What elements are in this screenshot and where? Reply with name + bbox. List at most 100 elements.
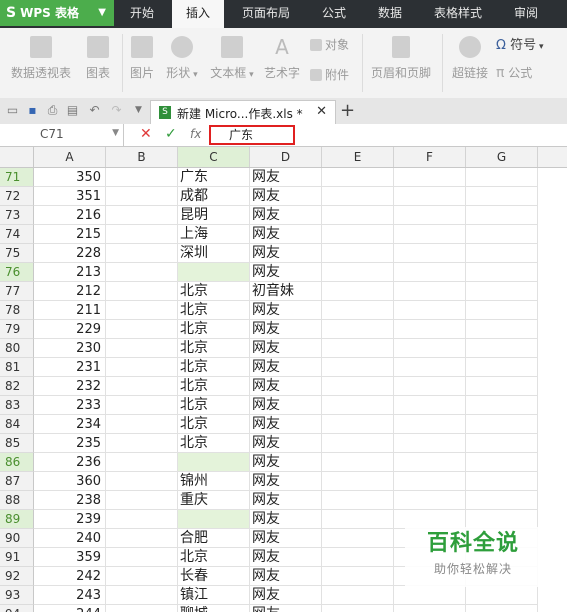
header-footer-button[interactable]: 页眉和页脚 xyxy=(368,36,434,81)
cell-c[interactable]: 北京 xyxy=(178,434,250,453)
cell-e[interactable] xyxy=(322,320,394,339)
menu-tab-start[interactable]: 开始 xyxy=(116,0,168,28)
cell-a[interactable]: 244 xyxy=(34,605,106,612)
cell-e[interactable] xyxy=(322,510,394,529)
column-header-f[interactable]: F xyxy=(394,147,466,167)
row-header[interactable]: 88 xyxy=(0,491,34,510)
cell-a[interactable]: 242 xyxy=(34,567,106,586)
row-header[interactable]: 83 xyxy=(0,396,34,415)
cell-f[interactable] xyxy=(394,168,466,187)
cell-a[interactable]: 234 xyxy=(34,415,106,434)
cell-a[interactable]: 235 xyxy=(34,434,106,453)
attachment-button[interactable]: 附件 xyxy=(310,66,349,83)
column-header-e[interactable]: E xyxy=(322,147,394,167)
chart-button[interactable]: 图表 xyxy=(80,36,116,81)
column-header-a[interactable]: A xyxy=(34,147,106,167)
cell-d[interactable]: 网友 xyxy=(250,301,322,320)
cell-b[interactable] xyxy=(106,358,178,377)
cell-d[interactable]: 网友 xyxy=(250,548,322,567)
select-all-corner[interactable] xyxy=(0,147,34,167)
cell-g[interactable] xyxy=(466,434,538,453)
row-header[interactable]: 92 xyxy=(0,567,34,586)
cell-d[interactable]: 网友 xyxy=(250,529,322,548)
row-header[interactable]: 72 xyxy=(0,187,34,206)
fx-icon[interactable]: fx xyxy=(190,127,201,141)
cell-b[interactable] xyxy=(106,187,178,206)
document-tab[interactable]: S 新建 Micro...作表.xls * ✕ xyxy=(150,100,336,124)
redo-icon[interactable]: ↷ xyxy=(110,104,123,117)
cell-f[interactable] xyxy=(394,282,466,301)
cell-a[interactable]: 213 xyxy=(34,263,106,282)
cell-c[interactable]: 上海 xyxy=(178,225,250,244)
cell-b[interactable] xyxy=(106,510,178,529)
cell-f[interactable] xyxy=(394,225,466,244)
cell-c[interactable] xyxy=(178,510,250,529)
row-header[interactable]: 84 xyxy=(0,415,34,434)
cell-e[interactable] xyxy=(322,187,394,206)
cell-a[interactable]: 212 xyxy=(34,282,106,301)
cell-c[interactable]: 北京 xyxy=(178,358,250,377)
cell-e[interactable] xyxy=(322,453,394,472)
cell-a[interactable]: 211 xyxy=(34,301,106,320)
cell-b[interactable] xyxy=(106,567,178,586)
cell-a[interactable]: 231 xyxy=(34,358,106,377)
new-tab-icon[interactable]: + xyxy=(340,100,355,121)
cell-c[interactable]: 北京 xyxy=(178,415,250,434)
row-header[interactable]: 79 xyxy=(0,320,34,339)
cell-e[interactable] xyxy=(322,567,394,586)
cell-f[interactable] xyxy=(394,339,466,358)
cell-f[interactable] xyxy=(394,415,466,434)
cell-c[interactable]: 聊城 xyxy=(178,605,250,612)
cell-a[interactable]: 229 xyxy=(34,320,106,339)
cell-g[interactable] xyxy=(466,453,538,472)
row-header[interactable]: 89 xyxy=(0,510,34,529)
cell-f[interactable] xyxy=(394,244,466,263)
cell-g[interactable] xyxy=(466,263,538,282)
cell-b[interactable] xyxy=(106,282,178,301)
cell-e[interactable] xyxy=(322,491,394,510)
cell-d[interactable]: 网友 xyxy=(250,605,322,612)
cell-a[interactable]: 359 xyxy=(34,548,106,567)
cell-b[interactable] xyxy=(106,453,178,472)
cell-d[interactable]: 网友 xyxy=(250,206,322,225)
shapes-button[interactable]: 形状 ▾ xyxy=(160,36,204,81)
cell-c[interactable]: 昆明 xyxy=(178,206,250,225)
undo-icon[interactable]: ↶ xyxy=(88,104,101,117)
cell-f[interactable] xyxy=(394,206,466,225)
row-header[interactable]: 71 xyxy=(0,168,34,187)
cell-f[interactable] xyxy=(394,358,466,377)
cell-f[interactable] xyxy=(394,605,466,612)
cell-g[interactable] xyxy=(466,187,538,206)
cell-b[interactable] xyxy=(106,472,178,491)
cell-f[interactable] xyxy=(394,301,466,320)
cell-a[interactable]: 351 xyxy=(34,187,106,206)
cell-d[interactable]: 初音妹 xyxy=(250,282,322,301)
picture-button[interactable]: 图片 xyxy=(126,36,158,81)
cell-d[interactable]: 网友 xyxy=(250,377,322,396)
cell-c[interactable]: 广东 xyxy=(178,168,250,187)
row-header[interactable]: 80 xyxy=(0,339,34,358)
textbox-button[interactable]: 文本框 ▾ xyxy=(206,36,258,81)
cell-b[interactable] xyxy=(106,301,178,320)
object-button[interactable]: 对象 xyxy=(310,36,349,53)
cell-f[interactable] xyxy=(394,472,466,491)
cell-e[interactable] xyxy=(322,206,394,225)
cell-b[interactable] xyxy=(106,263,178,282)
cell-c[interactable]: 北京 xyxy=(178,548,250,567)
column-header-d[interactable]: D xyxy=(250,147,322,167)
cell-e[interactable] xyxy=(322,301,394,320)
cell-c[interactable]: 北京 xyxy=(178,396,250,415)
hyperlink-button[interactable]: 超链接 xyxy=(450,36,490,81)
cell-g[interactable] xyxy=(466,377,538,396)
cell-f[interactable] xyxy=(394,434,466,453)
cell-e[interactable] xyxy=(322,244,394,263)
cell-f[interactable] xyxy=(394,453,466,472)
cell-a[interactable]: 239 xyxy=(34,510,106,529)
row-header[interactable]: 77 xyxy=(0,282,34,301)
wordart-button[interactable]: A 艺术字 xyxy=(262,36,302,81)
cell-d[interactable]: 网友 xyxy=(250,491,322,510)
cell-f[interactable] xyxy=(394,187,466,206)
cell-f[interactable] xyxy=(394,320,466,339)
cell-g[interactable] xyxy=(466,491,538,510)
cell-a[interactable]: 238 xyxy=(34,491,106,510)
